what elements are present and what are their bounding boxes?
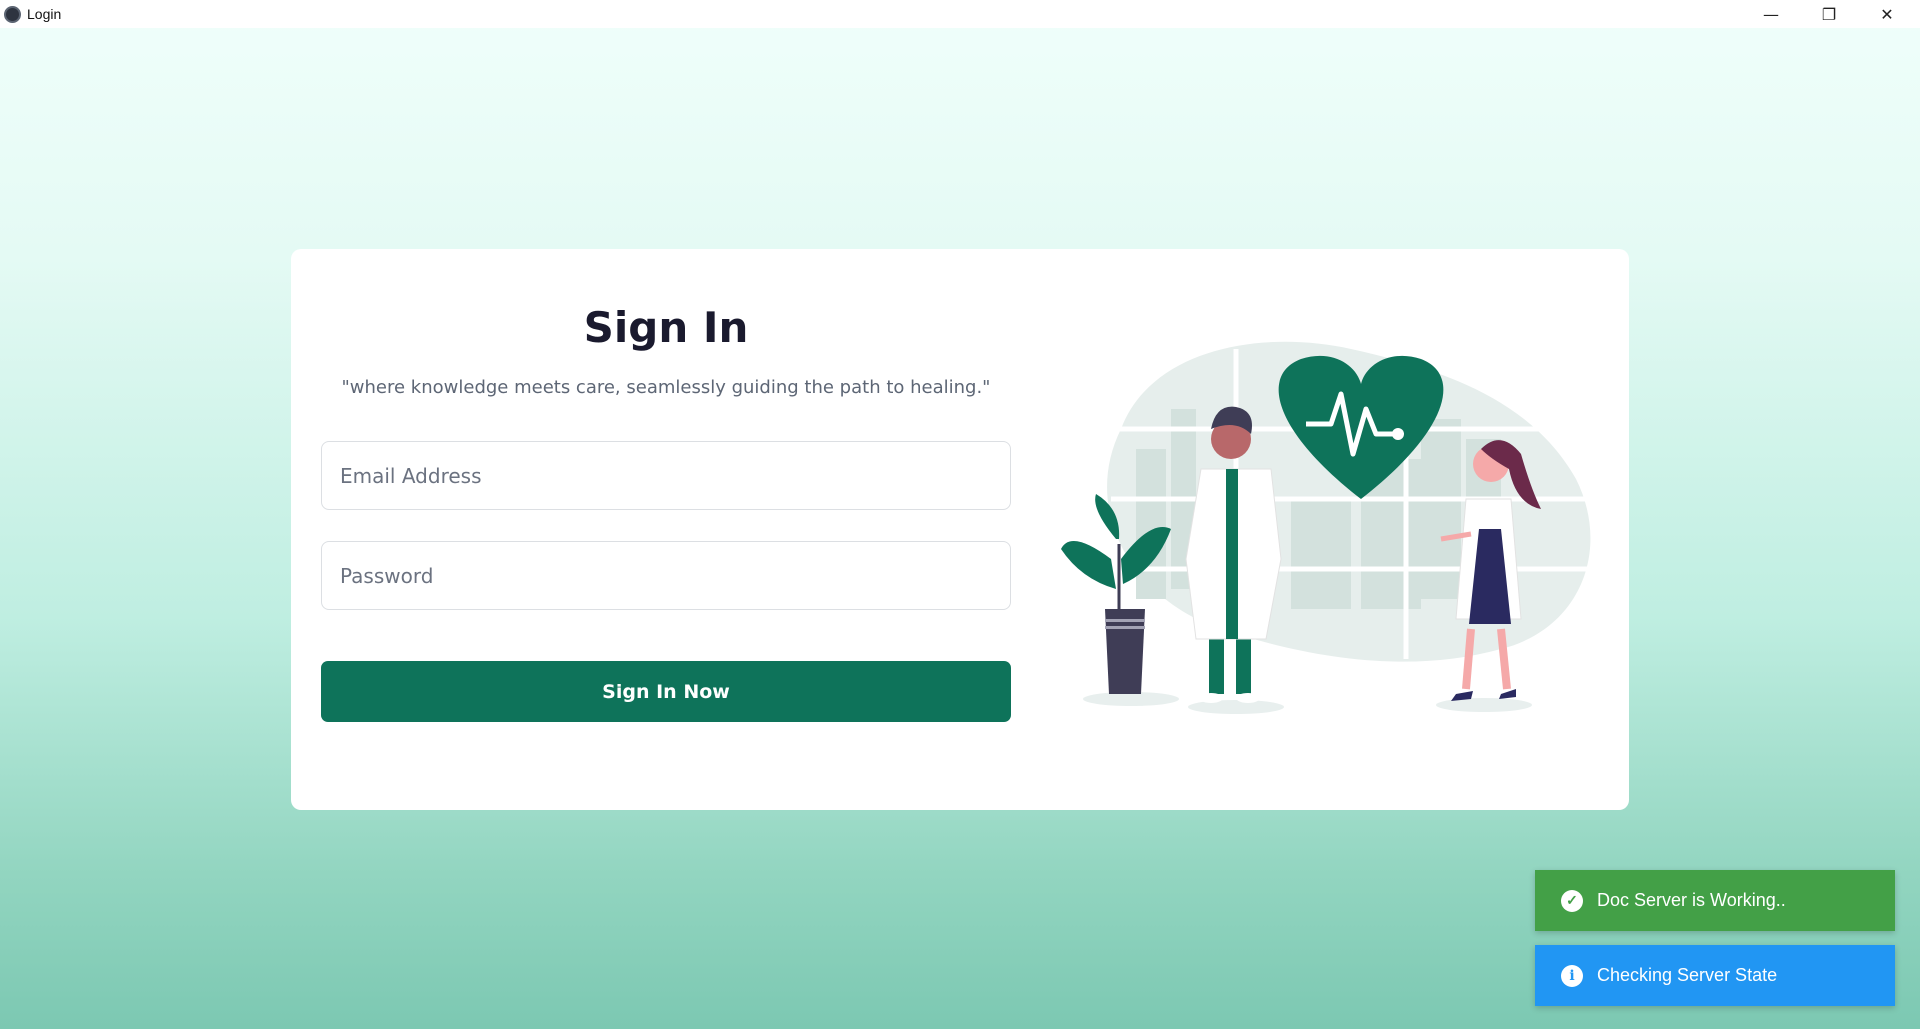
email-field[interactable] <box>321 441 1011 510</box>
page-title: Sign In <box>583 303 749 352</box>
maximize-button[interactable]: ❐ <box>1800 0 1858 28</box>
login-card: Sign In "where knowledge meets care, sea… <box>291 249 1629 810</box>
window-titlebar: Login — ❐ ✕ <box>0 0 1920 28</box>
sign-in-button[interactable]: Sign In Now <box>321 661 1011 722</box>
app-icon <box>4 5 21 23</box>
toast-success[interactable]: ✓ Doc Server is Working.. <box>1535 870 1895 931</box>
close-icon: ✕ <box>1880 4 1894 24</box>
info-icon: i <box>1561 964 1583 987</box>
minimize-button[interactable]: — <box>1742 0 1800 28</box>
doctors-illustration <box>1061 341 1591 714</box>
toast-info[interactable]: i Checking Server State <box>1535 945 1895 1006</box>
password-field[interactable] <box>321 541 1011 610</box>
minimize-icon: — <box>1763 4 1779 24</box>
window-title: Login <box>27 6 62 22</box>
floor-shadow <box>1188 700 1284 714</box>
restore-icon: ❐ <box>1821 4 1837 24</box>
check-circle-icon: ✓ <box>1561 889 1583 912</box>
toast-message: Checking Server State <box>1597 965 1778 985</box>
tagline: "where knowledge meets care, seamlessly … <box>341 377 991 398</box>
floor-shadow <box>1436 698 1532 712</box>
close-button[interactable]: ✕ <box>1858 0 1916 28</box>
floor-shadow <box>1083 692 1179 706</box>
toast-message: Doc Server is Working.. <box>1597 890 1786 910</box>
